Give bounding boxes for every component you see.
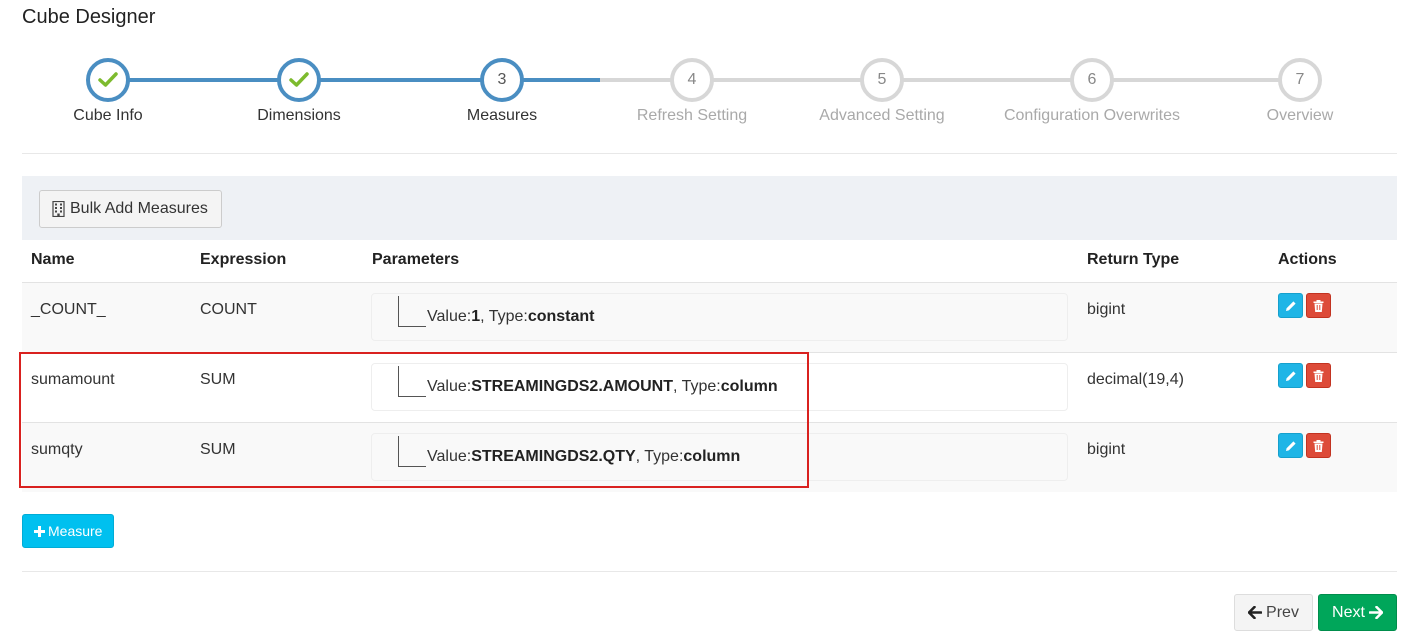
parameter-type: column: [720, 378, 778, 395]
page-title: Cube Designer: [22, 6, 156, 28]
trash-icon: [1313, 439, 1324, 452]
step-done-circle: [86, 58, 130, 102]
step-label: Refresh Setting: [636, 107, 748, 124]
measure-expression: SUM: [200, 441, 236, 458]
header-parameters: Parameters: [372, 251, 460, 268]
next-label: Next: [1332, 603, 1365, 621]
plus-icon: [34, 525, 45, 537]
step-label: Cube Info: [73, 107, 143, 124]
step-refresh-setting[interactable]: 4 Refresh Setting: [592, 56, 792, 125]
step-overview[interactable]: 7 Overview: [1200, 56, 1400, 125]
building-icon: [52, 201, 65, 217]
tree-connector: [398, 296, 426, 327]
parameter-type: column: [683, 448, 741, 465]
header-name: Name: [31, 251, 75, 268]
divider: [22, 153, 1397, 154]
header-return-type: Return Type: [1087, 251, 1180, 268]
prev-label: Prev: [1266, 603, 1299, 621]
header-expression: Expression: [200, 251, 287, 268]
header-actions: Actions: [1278, 251, 1337, 268]
measure-name: sumqty: [31, 441, 83, 458]
parameters-tree: Value:1, Type:constant: [371, 293, 1068, 341]
parameter-text: Value:STREAMINGDS2.AMOUNT, Type:column: [427, 378, 778, 395]
step-advanced-setting[interactable]: 5 Advanced Setting: [782, 56, 982, 125]
step-label: Dimensions: [257, 107, 341, 124]
trash-icon: [1313, 299, 1324, 312]
tree-connector: [398, 436, 426, 467]
step-number: 7: [1278, 58, 1322, 102]
parameter-text: Value:STREAMINGDS2.QTY, Type:column: [427, 448, 741, 465]
prev-button[interactable]: Prev: [1234, 594, 1313, 631]
parameter-value: STREAMINGDS2.AMOUNT: [471, 378, 673, 395]
check-icon: [289, 72, 309, 87]
parameter-value: 1: [471, 308, 481, 325]
bulk-add-label: Bulk Add Measures: [70, 200, 208, 217]
parameters-tree: Value:STREAMINGDS2.AMOUNT, Type:column: [371, 363, 1068, 411]
bulk-add-measures-button[interactable]: Bulk Add Measures: [39, 190, 222, 228]
pencil-icon: [1285, 440, 1296, 451]
wizard-steps: Cube Info Dimensions 3 Measures 4 Refres…: [0, 56, 1406, 136]
step-label: Measures: [466, 107, 538, 124]
measures-toolbar: Bulk Add Measures: [22, 176, 1397, 240]
edit-button[interactable]: [1278, 293, 1303, 318]
delete-button[interactable]: [1306, 363, 1331, 388]
return-type: decimal(19,4): [1087, 371, 1184, 388]
step-label: Advanced Setting: [819, 107, 945, 124]
arrow-right-icon: [1368, 606, 1383, 619]
measure-expression: COUNT: [200, 301, 257, 318]
step-number: 6: [1070, 58, 1114, 102]
table-row: _COUNT_ COUNT Value:1, Type:constant big…: [22, 282, 1397, 352]
arrow-left-icon: [1248, 606, 1263, 619]
measures-table: Name Expression Parameters Return Type A…: [22, 240, 1397, 492]
edit-button[interactable]: [1278, 433, 1303, 458]
step-number: 3: [480, 58, 524, 102]
step-cube-info[interactable]: Cube Info: [8, 56, 208, 125]
step-number: 5: [860, 58, 904, 102]
add-measure-label: Measure: [48, 523, 103, 539]
measure-expression: SUM: [200, 371, 236, 388]
measure-name: _COUNT_: [31, 301, 106, 318]
parameter-value: STREAMINGDS2.QTY: [471, 448, 636, 465]
tree-connector: [398, 366, 426, 397]
edit-button[interactable]: [1278, 363, 1303, 388]
check-icon: [98, 72, 118, 87]
table-header: Name Expression Parameters Return Type A…: [22, 240, 1397, 282]
step-done-circle: [277, 58, 321, 102]
trash-icon: [1313, 369, 1324, 382]
step-number: 4: [670, 58, 714, 102]
step-label: Overview: [1266, 107, 1334, 124]
table-row: sumamount SUM Value:STREAMINGDS2.AMOUNT,…: [22, 352, 1397, 422]
step-label: Configuration Overwrites: [1003, 107, 1181, 124]
parameter-type: constant: [527, 308, 595, 325]
step-dimensions[interactable]: Dimensions: [199, 56, 399, 125]
pencil-icon: [1285, 300, 1296, 311]
measure-name: sumamount: [31, 371, 115, 388]
table-row: sumqty SUM Value:STREAMINGDS2.QTY, Type:…: [22, 422, 1397, 492]
pencil-icon: [1285, 370, 1296, 381]
return-type: bigint: [1087, 441, 1126, 458]
divider: [22, 571, 1397, 572]
delete-button[interactable]: [1306, 293, 1331, 318]
step-measures[interactable]: 3 Measures: [402, 56, 602, 125]
parameters-tree: Value:STREAMINGDS2.QTY, Type:column: [371, 433, 1068, 481]
step-configuration-overwrites[interactable]: 6 Configuration Overwrites: [992, 56, 1192, 125]
add-measure-button[interactable]: Measure: [22, 514, 115, 548]
delete-button[interactable]: [1306, 433, 1331, 458]
next-button[interactable]: Next: [1318, 594, 1397, 631]
parameter-text: Value:1, Type:constant: [427, 308, 595, 325]
return-type: bigint: [1087, 301, 1126, 318]
